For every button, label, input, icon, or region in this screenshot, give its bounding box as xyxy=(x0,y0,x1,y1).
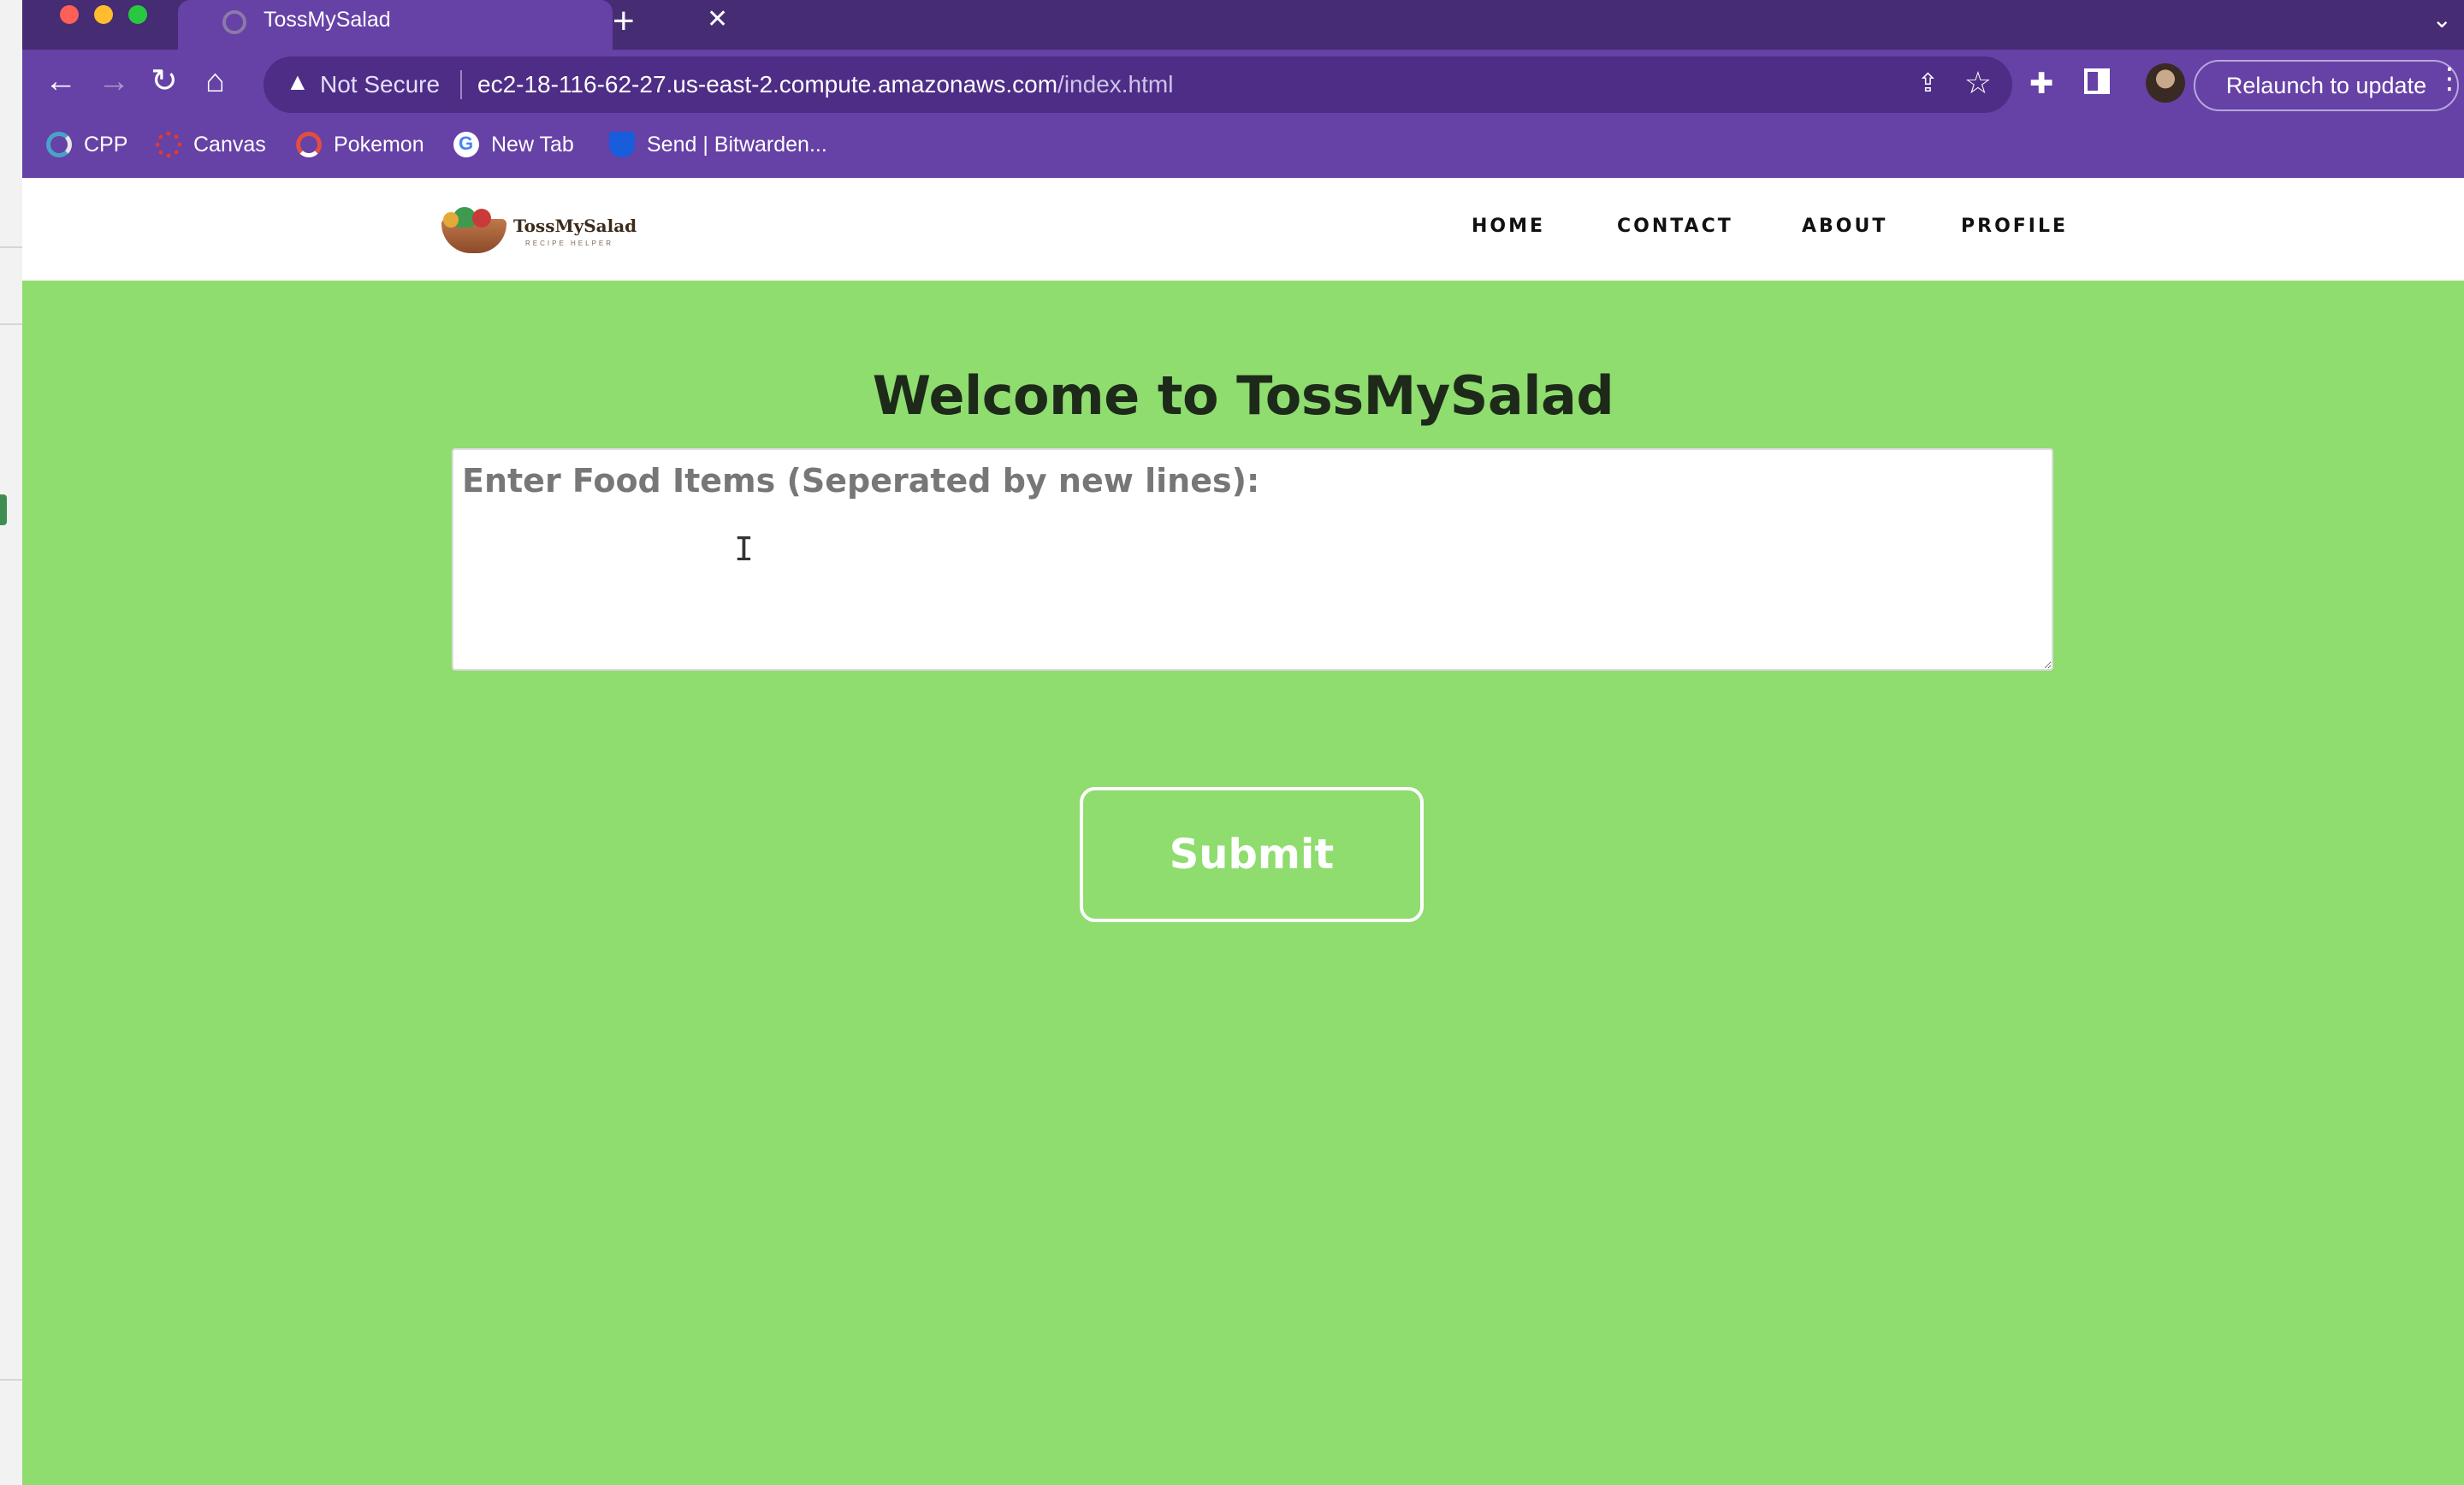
desktop-highlight xyxy=(0,494,7,525)
side-panel-icon[interactable] xyxy=(2084,68,2110,94)
bitwarden-shield-icon xyxy=(609,132,635,157)
bookmark-label: New Tab xyxy=(491,132,574,157)
nav-profile[interactable]: PROFILE xyxy=(1961,216,2068,237)
warning-icon[interactable]: ▲ xyxy=(286,68,310,96)
url-text[interactable]: ec2-18-116-62-27.us-east-2.compute.amazo… xyxy=(477,71,1173,98)
maximize-window-button[interactable] xyxy=(128,5,147,24)
bookmarks-bar: CPP Canvas Pokemon New Tab Send | Bitwar… xyxy=(22,121,2464,178)
bookmark-bitwarden-send[interactable]: Send | Bitwarden... xyxy=(609,132,827,157)
profile-avatar[interactable] xyxy=(2146,63,2185,103)
chevron-down-icon[interactable]: ⌄ xyxy=(2432,5,2452,33)
google-icon xyxy=(453,132,479,157)
web-page: TossMySalad RECIPE HELPER HOME CONTACT A… xyxy=(22,178,2464,1485)
bookmark-pokemon[interactable]: Pokemon xyxy=(296,132,424,157)
desktop-divider xyxy=(0,1379,22,1381)
tab-strip: TossMySalad ✕ + ⌄ xyxy=(22,0,2464,50)
close-icon[interactable]: ✕ xyxy=(707,4,728,34)
url-path: /index.html xyxy=(1057,71,1174,98)
site-logo[interactable]: TossMySalad RECIPE HELPER xyxy=(438,205,637,255)
logo-name: TossMySalad xyxy=(513,216,637,236)
screen: TossMySalad ✕ + ⌄ ← → ↻ ⌂ ▲ Not Secure e… xyxy=(0,0,2464,1485)
bookmark-cpp[interactable]: CPP xyxy=(46,132,127,157)
desktop-edge xyxy=(0,0,22,1485)
security-label[interactable]: Not Secure xyxy=(320,71,440,98)
share-icon[interactable]: ⇪ xyxy=(1917,68,1939,98)
close-window-button[interactable] xyxy=(60,5,79,24)
url-host: ec2-18-116-62-27.us-east-2.compute.amazo… xyxy=(477,71,1058,98)
window-controls xyxy=(60,5,147,24)
tab-title: TossMySalad xyxy=(264,8,391,32)
bookmark-label: Send | Bitwarden... xyxy=(647,132,827,157)
bookmark-label: CPP xyxy=(84,132,128,157)
bookmark-label: Canvas xyxy=(193,132,266,157)
extensions-puzzle-icon[interactable]: ✚ xyxy=(2029,67,2054,101)
page-title: Welcome to TossMySalad xyxy=(872,364,1614,427)
tab-tossmysalad[interactable]: TossMySalad ✕ xyxy=(178,0,728,50)
address-divider xyxy=(460,70,462,99)
back-arrow-icon[interactable]: ← xyxy=(44,65,77,98)
site-header: TossMySalad RECIPE HELPER HOME CONTACT A… xyxy=(22,178,2464,281)
nav-home[interactable]: HOME xyxy=(1472,216,1545,237)
canvas-favicon-icon xyxy=(156,132,181,157)
tab-favicon-icon xyxy=(222,10,246,34)
pokeball-icon xyxy=(296,132,322,157)
desktop-divider xyxy=(0,246,22,248)
cpp-favicon-icon xyxy=(46,132,72,157)
browser-toolbar: ← → ↻ ⌂ ▲ Not Secure ec2-18-116-62-27.us… xyxy=(22,50,2464,121)
new-tab-plus-icon[interactable]: + xyxy=(613,0,635,43)
tomato-icon xyxy=(472,209,491,228)
address-bar[interactable]: ▲ Not Secure ec2-18-116-62-27.us-east-2.… xyxy=(264,56,2012,113)
relaunch-button[interactable]: Relaunch to update xyxy=(2194,60,2459,111)
food-items-input[interactable] xyxy=(452,448,2053,671)
text-cursor-icon: I xyxy=(734,530,754,568)
forward-arrow-icon[interactable]: → xyxy=(98,65,130,98)
bookmark-label: Pokemon xyxy=(334,132,424,157)
kebab-menu-icon[interactable]: ⋮ xyxy=(2435,62,2464,96)
reload-icon[interactable]: ↻ xyxy=(151,65,178,98)
minimize-window-button[interactable] xyxy=(94,5,113,24)
bookmark-canvas[interactable]: Canvas xyxy=(156,132,266,157)
nav-contact[interactable]: CONTACT xyxy=(1617,216,1733,237)
pepper-icon xyxy=(443,212,459,228)
nav-about[interactable]: ABOUT xyxy=(1802,216,1887,237)
bookmark-new-tab[interactable]: New Tab xyxy=(453,132,574,157)
home-icon[interactable]: ⌂ xyxy=(205,65,225,98)
logo-tagline: RECIPE HELPER xyxy=(525,240,614,247)
submit-button[interactable]: Submit xyxy=(1080,787,1424,922)
star-icon[interactable]: ☆ xyxy=(1964,65,1992,101)
browser-window: TossMySalad ✕ + ⌄ ← → ↻ ⌂ ▲ Not Secure e… xyxy=(22,0,2464,1485)
desktop-divider xyxy=(0,323,22,325)
